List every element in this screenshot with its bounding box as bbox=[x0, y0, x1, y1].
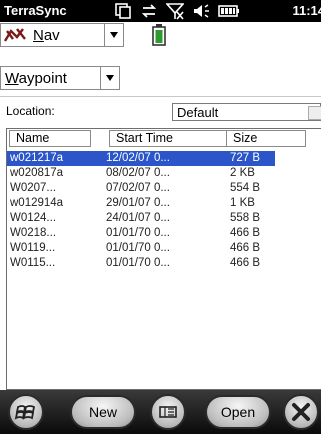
list-row[interactable]: W0119... 01/01/70 0... 466 B bbox=[7, 241, 275, 256]
status-icons bbox=[114, 1, 240, 21]
row-start-time: 24/01/07 0... bbox=[106, 212, 170, 224]
windows-logo-icon bbox=[14, 405, 36, 420]
bottom-taskbar: New Open bbox=[0, 390, 321, 434]
row-name: W0218... bbox=[10, 227, 57, 239]
nav-label: Nav bbox=[33, 26, 60, 44]
mode-label: Waypoint bbox=[5, 69, 67, 87]
battery-status-icon[interactable] bbox=[218, 2, 240, 20]
chevron-down-icon bbox=[110, 32, 118, 38]
new-button[interactable]: New bbox=[70, 395, 136, 429]
row-name: W0115... bbox=[10, 257, 56, 269]
list-row[interactable]: w021217a 12/02/07 0... 727 B bbox=[7, 151, 275, 166]
column-header-start-time[interactable]: Start Time bbox=[109, 130, 227, 147]
toolbar-divider bbox=[0, 96, 321, 97]
file-list[interactable]: Name Start Time Size w021217a 12/02/07 0… bbox=[6, 128, 321, 390]
row-name: W0124... bbox=[10, 212, 57, 224]
row-start-time: 07/02/07 0... bbox=[106, 182, 170, 194]
sync-icon[interactable] bbox=[114, 2, 132, 20]
toolbar-row-2: Waypoint bbox=[0, 48, 321, 96]
open-button[interactable]: Open bbox=[205, 395, 271, 429]
keyboard-button[interactable] bbox=[150, 394, 186, 430]
row-size: 466 B bbox=[230, 242, 261, 254]
column-header-name[interactable]: Name bbox=[9, 130, 91, 147]
close-button[interactable] bbox=[283, 394, 319, 430]
list-row[interactable]: W0124... 24/01/07 0... 558 B bbox=[7, 211, 275, 226]
mode-dropdown-arrow[interactable] bbox=[100, 67, 119, 89]
row-size: 466 B bbox=[230, 227, 261, 239]
connectivity-icon[interactable] bbox=[140, 2, 158, 20]
row-name: w020817a bbox=[10, 167, 64, 179]
row-start-time: 01/01/70 0... bbox=[106, 257, 170, 269]
start-button[interactable] bbox=[8, 394, 44, 430]
list-row[interactable]: W0115... 01/01/70 0... 466 B bbox=[7, 256, 275, 271]
clock[interactable]: 11:14 bbox=[292, 3, 321, 18]
list-row[interactable]: W0207... 07/02/07 0... 554 B bbox=[7, 181, 275, 196]
keyboard-icon bbox=[159, 406, 177, 418]
row-start-time: 12/02/07 0... bbox=[106, 152, 170, 164]
battery-icon[interactable] bbox=[152, 24, 166, 46]
row-name: W0207... bbox=[10, 182, 57, 194]
toolbar-row-1: Nav bbox=[0, 22, 321, 48]
row-name: w012914a bbox=[10, 197, 64, 209]
location-label: Location: bbox=[6, 104, 55, 118]
title-bar: TerraSync 11:14 bbox=[0, 0, 321, 22]
row-size: 554 B bbox=[230, 182, 261, 194]
row-size: 558 B bbox=[230, 212, 261, 224]
row-start-time: 29/01/07 0... bbox=[106, 197, 170, 209]
list-row[interactable]: W0218... 01/01/70 0... 466 B bbox=[7, 226, 275, 241]
row-size: 1 KB bbox=[230, 197, 255, 209]
row-size: 2 KB bbox=[230, 167, 255, 179]
nav-dropdown-arrow[interactable] bbox=[104, 24, 123, 46]
nav-dropdown[interactable]: Nav bbox=[0, 23, 124, 47]
row-start-time: 01/01/70 0... bbox=[106, 227, 170, 239]
list-row[interactable]: w012914a 29/01/07 0... 1 KB bbox=[7, 196, 275, 211]
mode-dropdown[interactable]: Waypoint bbox=[0, 66, 120, 90]
list-row[interactable]: w020817a 08/02/07 0... 2 KB bbox=[7, 166, 275, 181]
row-size: 727 B bbox=[230, 152, 261, 164]
chevron-down-icon bbox=[106, 75, 114, 81]
row-start-time: 01/01/70 0... bbox=[106, 242, 170, 254]
satellite-icon bbox=[3, 28, 26, 42]
row-size: 466 B bbox=[230, 257, 261, 269]
location-select[interactable]: Default bbox=[172, 103, 321, 121]
app-title: TerraSync bbox=[4, 3, 67, 18]
location-dropdown-button[interactable] bbox=[308, 106, 321, 120]
close-icon bbox=[292, 403, 310, 421]
row-name: W0119... bbox=[10, 242, 56, 254]
list-header: Name Start Time Size bbox=[7, 129, 321, 148]
location-value: Default bbox=[177, 105, 219, 120]
signal-icon[interactable] bbox=[166, 2, 184, 20]
volume-icon[interactable] bbox=[192, 2, 210, 20]
row-name: w021217a bbox=[10, 152, 64, 164]
column-header-size[interactable]: Size bbox=[226, 130, 306, 147]
row-start-time: 08/02/07 0... bbox=[106, 167, 170, 179]
